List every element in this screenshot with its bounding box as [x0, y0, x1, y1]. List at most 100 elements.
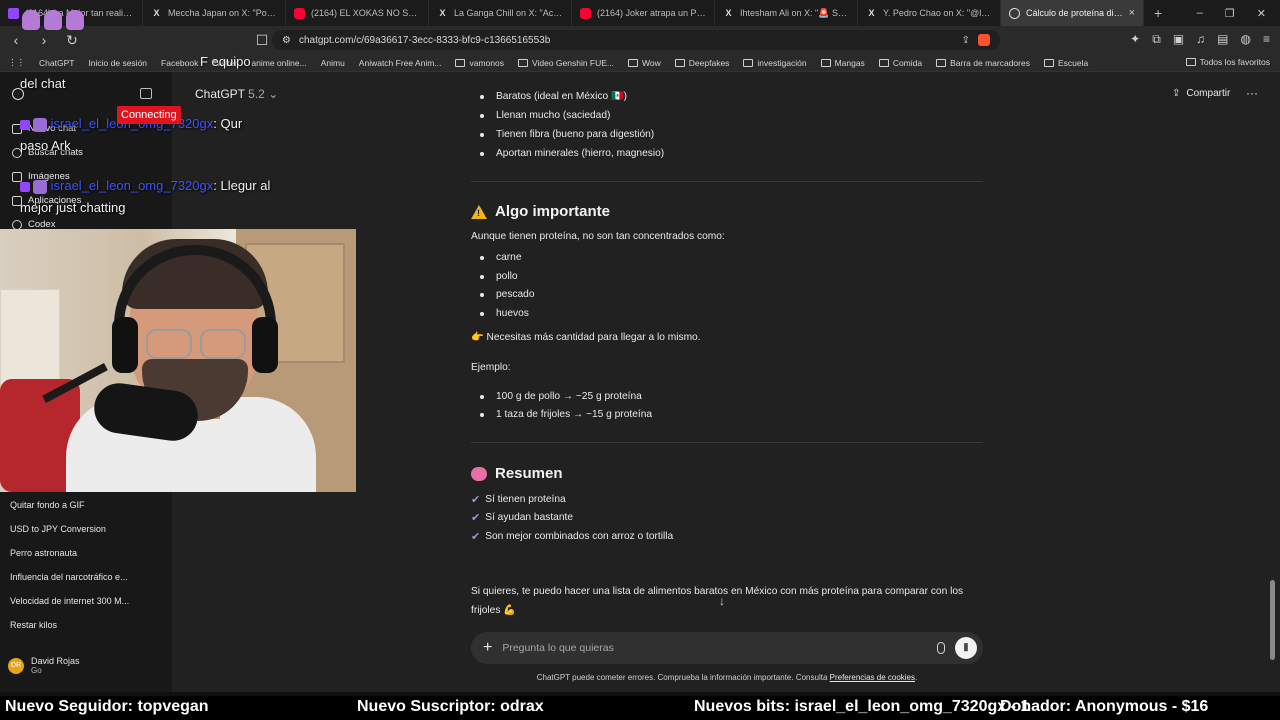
sidebar-icon[interactable]: ▣ [1173, 32, 1184, 47]
close-icon[interactable]: × [1129, 7, 1135, 19]
reload-icon[interactable]: ↻ [64, 32, 80, 49]
disclaimer: ChatGPT puede cometer errores. Comprueba… [471, 673, 983, 682]
scroll-down-icon[interactable]: ↓ [719, 594, 725, 608]
folder-icon [674, 58, 685, 67]
more-options-icon[interactable]: ··· [1246, 86, 1258, 100]
bookmark-folder[interactable]: Barra de marcadores [936, 58, 1030, 68]
add-attachment-icon[interactable]: + [483, 639, 492, 657]
connecting-badge: Connecting [117, 106, 181, 124]
browser-tab[interactable]: X La Ganga Chill on X: "Aclarando [429, 0, 572, 26]
bookmark-label: Deepfakes [688, 57, 730, 68]
tab-title: (2164) Joker atrapa un Pequeñ [597, 8, 706, 18]
message-composer[interactable]: + Pregunta lo que quieras ⦀ [471, 632, 983, 664]
bookmark-item[interactable]: anime online... [251, 58, 306, 68]
bookmark-folder[interactable]: Mangas [820, 58, 865, 68]
folder-icon [1185, 58, 1196, 66]
all-bookmarks[interactable]: Todos los favoritos [1185, 57, 1270, 67]
bookmark-folder[interactable]: investigación [743, 57, 807, 68]
tab-title: La Ganga Chill on X: "Aclarando [454, 8, 563, 18]
chat-history-item[interactable]: Quitar fondo a GIF [10, 500, 160, 510]
user-profile[interactable]: DR David Rojas Go [8, 656, 80, 675]
bookmark-label: ChatGPT [39, 57, 75, 68]
bookmark-folder[interactable]: vamonos [455, 58, 504, 68]
forward-icon[interactable]: › [36, 32, 52, 48]
bookmark-label: Aniwatch Free Anim... [358, 57, 442, 68]
browser-tab[interactable]: X Y. Pedro Chao on X: "@lunatic [858, 0, 1001, 26]
chat-history-item[interactable]: Influencia del narcotráfico e... [10, 572, 160, 582]
brave-shield-icon[interactable] [978, 34, 990, 46]
list-item-text: Tienen fibra (bueno para digestión) [496, 129, 655, 140]
prompt-input[interactable]: Pregunta lo que quieras [502, 642, 927, 654]
vpn-icon[interactable]: ◍ [1241, 32, 1251, 47]
list-item: 1 taza de frijoles → ~15 g proteína [480, 409, 652, 420]
list-item: Llenan mucho (saciedad) [480, 110, 610, 121]
bookmark-folder[interactable]: Comida [878, 58, 922, 68]
overlay-chat-line: paso Ark [20, 138, 71, 153]
ticker-follower: Nuevo Seguidor: topvegan [5, 698, 209, 715]
alert-ticker: Nuevo Seguidor: topvegan Nuevo Suscripto… [0, 696, 1280, 720]
extension-icon[interactable]: ✦ [1130, 32, 1140, 47]
new-tab-button[interactable]: + [1144, 5, 1172, 21]
bookmark-folder[interactable]: Deepfakes [674, 57, 730, 68]
puzzle-icon[interactable]: ⧉ [1152, 32, 1161, 47]
ticker-bits: Nuevos bits: israel_el_leon_omg_7320gx -… [694, 698, 1030, 715]
browser-tab[interactable]: (2164) Joker atrapa un Pequeñ [572, 0, 715, 26]
share-icon: ⇪ [1172, 88, 1181, 99]
voice-mode-button[interactable]: ⦀ [955, 637, 977, 659]
share-page-icon[interactable]: ⇪ [962, 35, 970, 46]
list-item-text: Llenan mucho (saciedad) [496, 110, 611, 121]
bookmark-folder[interactable]: Escuela [1043, 58, 1088, 68]
divider [471, 442, 983, 443]
browser-tab[interactable]: (2164) EL XOKAS NO SABE DIV [286, 0, 429, 26]
bookmark-label: Barra de marcadores [950, 57, 1030, 68]
back-icon[interactable]: ‹ [8, 32, 24, 48]
share-button[interactable]: ⇪ Compartir [1172, 88, 1230, 99]
url-text: chatgpt.com/c/69a36617-3ecc-8333-bfc9-c1… [298, 34, 551, 46]
bookmark-item[interactable]: Animu [321, 58, 345, 68]
list-item: pollo [480, 271, 518, 282]
browser-tab-active[interactable]: Cálculo de proteína diaria × [1001, 0, 1144, 26]
bookmark-folder[interactable]: Wow [628, 58, 661, 68]
model-selector[interactable]: ChatGPT 5.2 ⌄ [195, 87, 278, 101]
chat-history-item[interactable]: Restar kilos [10, 620, 160, 630]
scrollbar[interactable] [1270, 580, 1275, 660]
music-icon[interactable]: ♫ [1196, 32, 1205, 47]
collapse-sidebar-icon[interactable] [140, 88, 152, 99]
chat-history-item[interactable]: USD to JPY Conversion [10, 524, 160, 534]
site-settings-icon[interactable]: ⚙ [282, 35, 291, 46]
section-heading: Resumen [471, 465, 563, 482]
bookmark-item[interactable]: Facebook [161, 58, 198, 68]
chat-history-item[interactable]: Velocidad de internet 300 M... [10, 596, 160, 606]
browser-tab[interactable]: X Ihtesham Ali on X: "🚨 Someo [715, 0, 858, 26]
section-heading-text: Algo importante [495, 203, 610, 220]
bookmark-item[interactable]: ChatGPT [39, 58, 74, 68]
bookmark-folder[interactable]: Video Genshin FUE... [517, 58, 614, 68]
bookmark-item[interactable]: Inicio de sesión [88, 58, 147, 68]
list-item: 100 g de pollo → ~25 g proteína [480, 391, 642, 402]
emote-icon [33, 179, 47, 194]
avatar: DR [8, 657, 24, 674]
twitch-badge-icon [20, 119, 30, 130]
share-label: Compartir [1186, 88, 1231, 99]
cookie-preferences-link[interactable]: Preferencias de cookies [830, 673, 915, 682]
bookmark-icon[interactable]: ☐ [254, 32, 270, 49]
minimize-icon[interactable]: – [1197, 7, 1203, 20]
restore-icon[interactable]: ❐ [1225, 7, 1235, 20]
close-window-icon[interactable]: ✕ [1257, 7, 1266, 20]
list-item: huevos [480, 308, 529, 319]
browser-tab[interactable]: X Meccha Japan on X: "Pokémon [143, 0, 286, 26]
apps-icon[interactable]: ⋮⋮ [8, 57, 25, 68]
overlay-chat-line: F equipo [200, 54, 251, 69]
list-item: Tienen fibra (bueno para digestión) [480, 129, 654, 140]
chatgpt-icon [1009, 7, 1020, 19]
wallet-icon[interactable]: ▤ [1217, 32, 1228, 47]
checklist-item: ✔ Sí ayudan bastante [471, 511, 573, 524]
microphone-icon[interactable] [937, 642, 945, 654]
bookmark-label: investigación [757, 57, 807, 68]
overlay-chat-text: : Qur [213, 116, 243, 131]
menu-icon[interactable]: ≡ [1263, 32, 1270, 47]
chat-history-item[interactable]: Perro astronauta [10, 548, 160, 558]
checklist-item: ✔ Son mejor combinados con arroz o tortil… [471, 530, 673, 543]
url-field[interactable]: ⚙ chatgpt.com/c/69a36617-3ecc-8333-bfc9-… [272, 30, 1000, 50]
bookmark-item[interactable]: Aniwatch Free Anim... [359, 58, 442, 68]
